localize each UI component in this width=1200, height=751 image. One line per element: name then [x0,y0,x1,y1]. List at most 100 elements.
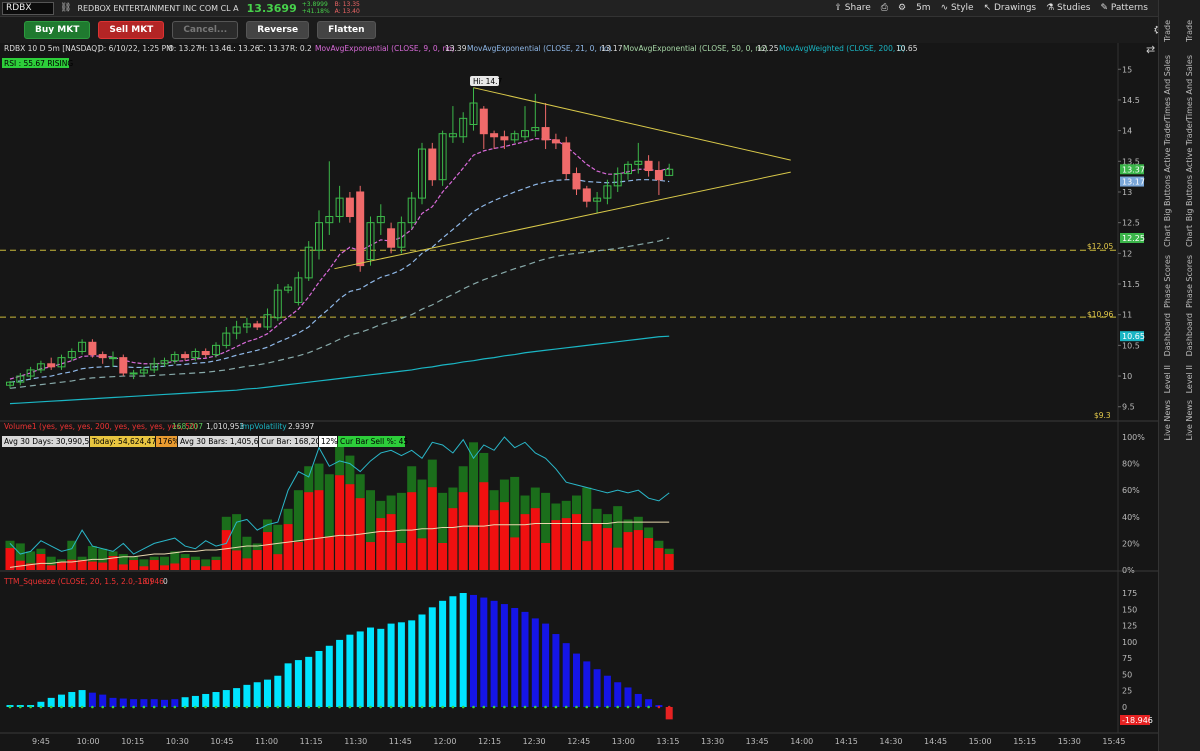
side-tab-right-2[interactable]: Active Trader [1185,120,1194,172]
patterns-button[interactable]: ✎ Patterns [1100,3,1147,13]
buy-mkt-button[interactable]: Buy MKT [24,21,91,39]
time-tick: 11:15 [300,737,323,746]
squeeze-bar [294,660,302,707]
ema21-label: MovAvgExponential (CLOSE, 21, 0, no) [467,44,612,53]
link-icon[interactable]: ⛓ [60,3,71,13]
maximize-icon[interactable]: ⇄ [1146,43,1155,56]
patterns-label: Patterns [1110,3,1148,13]
squeeze-bar [181,697,189,707]
volume-sell-bar [180,558,190,570]
side-tab-left-4[interactable]: Chart [1163,225,1172,247]
time-tick: 13:00 [612,737,635,746]
squeeze-bar [490,600,498,707]
squeeze-bar [109,697,117,707]
style-label: Style [950,3,974,13]
squeeze-dot [183,705,187,709]
ask-value: A: 13.40 [334,8,360,15]
squeeze-bar [552,634,560,707]
squeeze-bar [222,690,230,707]
squeeze-dot [400,705,403,709]
time-tick: 14:15 [835,737,858,746]
squeeze-dot [235,705,238,709]
price-change: +3.8999 +41.18% [302,1,330,15]
squeeze-bar [531,618,539,707]
volume-sell-bar [623,532,633,570]
print-icon[interactable]: ⎙ [881,3,888,13]
side-tab-right-5[interactable]: Phase Scores [1185,255,1194,308]
level-label-2: $10.96 [1087,310,1113,319]
sell-mkt-button[interactable]: Sell MKT [98,21,165,39]
bar-open: O: 13.27 [168,44,200,53]
flatten-button[interactable]: Flatten [317,21,376,39]
candle-body [181,354,190,359]
candle-body [98,354,107,359]
top-toolbar: RDBX ⛓ REDBOX ENTERTAINMENT INC COM CL A… [0,0,1172,17]
squeeze-dot [626,705,630,709]
squeeze-bar [253,682,261,707]
wma200-value: 10.65 [896,44,918,53]
cancel-button[interactable]: Cancel... [172,21,239,39]
volume-sell-bar [561,518,571,570]
symbol-input[interactable]: RDBX [2,1,54,15]
interval-selector[interactable]: 5m [916,3,931,13]
reverse-button[interactable]: Reverse [246,21,310,39]
squeeze-dot [379,705,383,709]
side-tab-left-5[interactable]: Phase Scores [1163,255,1172,308]
side-tab-left-7[interactable]: Level II [1163,365,1172,393]
squeeze-bar [99,694,107,707]
ema50-value: 12.25 [757,44,779,53]
volume-sell-bar [633,530,643,570]
volume-sell-bar [386,514,396,570]
squeeze-bar [325,645,333,707]
squeeze-bar [449,596,457,707]
squeeze-dot [564,705,568,709]
side-tab-right-4[interactable]: Chart [1185,225,1194,247]
side-tab-right-7[interactable]: Level II [1185,365,1194,393]
side-tab-right-6[interactable]: Dashboard [1185,313,1194,356]
side-tab-left-3[interactable]: Big Buttons [1163,175,1172,221]
side-tab-right-0[interactable]: Trade [1185,20,1194,42]
squeeze-bar [305,656,313,707]
squeeze-bar [408,620,416,707]
time-tick: 11:00 [255,737,278,746]
drawings-button[interactable]: ↖ Drawings [984,3,1037,13]
candle-body [572,173,581,190]
candle-body [479,108,488,135]
side-tab-left-0[interactable]: Trade [1163,20,1172,42]
side-tab-left-6[interactable]: Dashboard [1163,313,1172,356]
side-tab-left-1[interactable]: Times And Sales [1163,55,1172,121]
side-tab-right-8[interactable]: Live News [1185,400,1194,441]
side-tab-right-1[interactable]: Times And Sales [1185,55,1194,121]
squeeze-bar [191,695,199,707]
time-tick: 14:30 [879,737,902,746]
price-tick: 11 [1122,311,1132,320]
squeeze-bar [624,687,632,707]
cur-bar-percent: 12% [321,437,338,446]
squeeze-dot [389,705,393,709]
squeeze-dot [142,705,146,709]
side-tab-left-2[interactable]: Active Trader [1163,120,1172,172]
volume-tick: 0% [1122,566,1135,575]
volume-sell-bar [314,490,324,570]
squeeze-dot [91,705,94,709]
share-button[interactable]: ⇪ Share [834,3,870,13]
time-tick: 12:45 [567,737,590,746]
squeeze-bar [264,679,271,707]
side-tab-left-8[interactable]: Live News [1163,400,1172,441]
gear-icon[interactable]: ⚙ [898,3,906,13]
style-button[interactable]: ∿ Style [941,3,974,13]
candle-body [541,127,550,141]
side-tab-right-3[interactable]: Big Buttons [1185,175,1194,221]
chart-area[interactable]: 1514.51413.51312.51211.51110.5109.513.37… [0,43,1158,751]
squeeze-dot [245,705,249,709]
squeeze-bar [614,682,622,707]
squeeze-bar [634,693,642,707]
volume-sell-bar [345,484,355,570]
chart-symbol-title: RDBX 10 D 5m [NASDAQ] [4,44,100,53]
studies-button[interactable]: ⚗ Studies [1046,3,1090,13]
price-tag: 10.65 [1122,332,1145,341]
squeeze-dot [523,705,527,709]
price-tick: 14 [1122,127,1132,136]
squeeze-dot [8,705,12,709]
squeeze-bar [202,693,210,707]
